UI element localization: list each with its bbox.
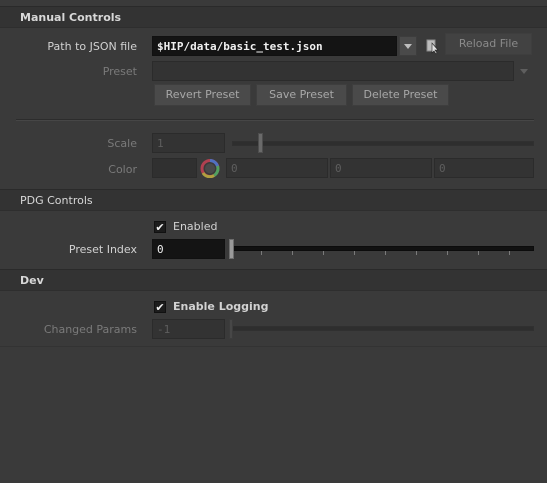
section-divider [16, 119, 534, 121]
color-wheel-button[interactable] [200, 159, 220, 178]
delete-preset-button[interactable]: Delete Preset [352, 84, 449, 106]
json-path-dropdown-button[interactable] [399, 36, 417, 56]
color-green-input[interactable]: 0 [330, 158, 432, 178]
scale-input[interactable]: 1 [152, 133, 225, 153]
changed-params-slider-handle[interactable] [229, 319, 233, 339]
preset-index-input[interactable]: 0 [152, 239, 225, 259]
enabled-label: Enabled [173, 220, 218, 233]
manual-controls-title: Manual Controls [20, 11, 122, 24]
color-wheel-icon [200, 159, 220, 178]
preset-label: Preset [102, 65, 137, 78]
reload-file-button[interactable]: Reload File [445, 33, 532, 55]
chevron-down-icon [520, 69, 528, 74]
color-blue-input[interactable]: 0 [434, 158, 534, 178]
enabled-checkbox[interactable]: ✔ [154, 221, 166, 233]
revert-preset-button[interactable]: Revert Preset [154, 84, 251, 106]
color-red-input[interactable]: 0 [226, 158, 328, 178]
pdg-controls-header[interactable]: PDG Controls [0, 189, 547, 211]
changed-params-input[interactable]: -1 [152, 319, 225, 339]
pdg-controls-title: PDG Controls [20, 194, 93, 207]
color-label: Color [108, 163, 137, 176]
preset-index-slider-ticks [261, 251, 510, 255]
checkmark-icon: ✔ [155, 221, 165, 234]
checkmark-icon: ✔ [155, 301, 165, 314]
manual-controls-header[interactable]: Manual Controls [0, 6, 547, 28]
dev-header[interactable]: Dev [0, 269, 547, 291]
dev-title: Dev [20, 274, 44, 287]
scale-label: Scale [107, 137, 137, 150]
file-chooser-icon [426, 39, 439, 55]
changed-params-label: Changed Params [43, 323, 137, 336]
preset-index-slider-handle[interactable] [229, 239, 234, 259]
enable-logging-label: Enable Logging [173, 300, 269, 313]
json-path-label: Path to JSON file [47, 40, 137, 53]
changed-params-slider-track[interactable] [232, 326, 534, 331]
preset-select[interactable] [152, 61, 514, 81]
preset-dropdown-button[interactable] [515, 61, 533, 81]
scale-slider-track[interactable] [232, 141, 534, 146]
save-preset-button[interactable]: Save Preset [256, 84, 347, 106]
json-path-input[interactable]: $HIP/data/basic_test.json [152, 36, 397, 56]
chevron-down-icon [404, 44, 412, 49]
enable-logging-checkbox[interactable]: ✔ [154, 301, 166, 313]
scale-slider-handle[interactable] [258, 133, 263, 153]
file-chooser-button[interactable] [424, 37, 440, 55]
color-swatch[interactable] [152, 158, 197, 178]
empty-panel-area [0, 346, 547, 483]
preset-index-label: Preset Index [68, 243, 137, 256]
